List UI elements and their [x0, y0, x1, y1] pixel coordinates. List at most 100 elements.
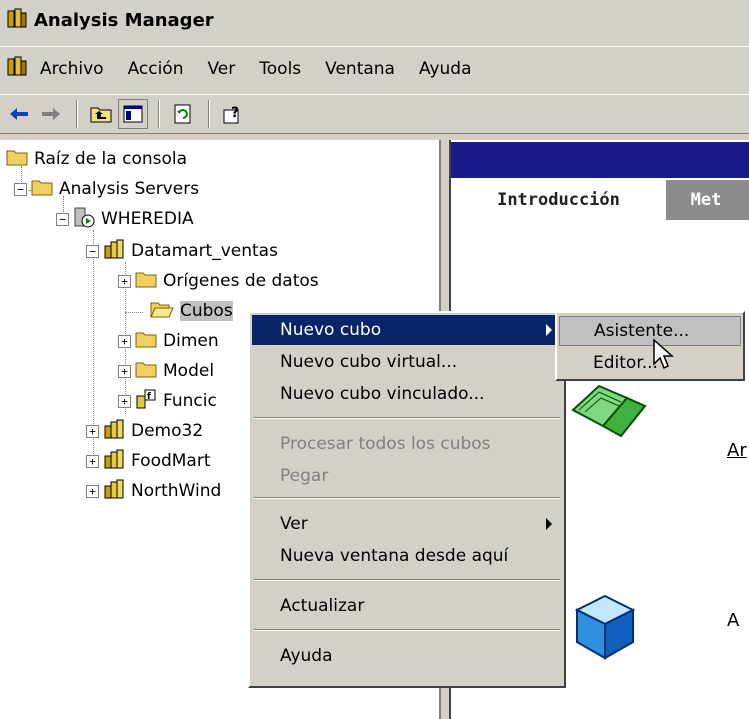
- menu-separator: [254, 417, 560, 419]
- window-title: Analysis Manager: [34, 9, 214, 31]
- database-icon: [103, 448, 125, 475]
- tree-node-models[interactable]: + Model: [118, 356, 214, 386]
- menu-archivo[interactable]: Archivo: [28, 59, 116, 79]
- expand-toggle[interactable]: +: [86, 484, 99, 498]
- tree-node-data-sources[interactable]: + Orígenes de datos: [118, 266, 319, 296]
- app-icon: [6, 7, 28, 34]
- database-icon: [103, 238, 125, 265]
- forward-icon[interactable]: [36, 99, 66, 129]
- menu-app-icon[interactable]: [6, 55, 28, 82]
- back-icon[interactable]: [4, 99, 34, 129]
- menu-separator: [254, 497, 560, 499]
- menu-accion[interactable]: Acción: [116, 59, 196, 79]
- tree-label-analysis-servers: Analysis Servers: [59, 179, 200, 199]
- cube-icon: [573, 592, 637, 667]
- expand-toggle[interactable]: +: [118, 364, 131, 378]
- tree-node-server[interactable]: − WHEREDIA: [56, 204, 194, 234]
- functions-icon: f: [135, 388, 157, 415]
- tree-node-cubes[interactable]: Cubos: [150, 296, 233, 326]
- details-header-bar: [451, 142, 749, 178]
- folder-icon: [135, 360, 157, 383]
- collapse-toggle[interactable]: −: [56, 212, 69, 226]
- context-menu: Nuevo cubo Nuevo cubo virtual... Nuevo c…: [248, 311, 566, 688]
- menu-item-label: Nueva ventana desde aquí: [280, 546, 509, 566]
- expand-toggle[interactable]: +: [86, 454, 99, 468]
- menu-item-label: Editor...: [593, 353, 658, 373]
- tree-node-analysis-servers[interactable]: − Analysis Servers: [14, 174, 199, 204]
- menu-item-label: Nuevo cubo virtual...: [280, 352, 458, 372]
- toolbar-separator: [158, 100, 160, 128]
- tree-node-dimensions[interactable]: + Dimen: [118, 326, 219, 356]
- menu-item-label: Nuevo cubo: [280, 320, 382, 340]
- collapse-toggle[interactable]: −: [14, 182, 27, 196]
- tree-label-dimensions: Dimen: [163, 331, 219, 351]
- menu-item-refresh[interactable]: Actualizar: [252, 591, 562, 621]
- database-icon: [103, 478, 125, 505]
- expand-toggle[interactable]: +: [118, 274, 131, 288]
- svg-text:?: ?: [231, 105, 239, 121]
- menu-ayuda[interactable]: Ayuda: [407, 59, 484, 79]
- folder-icon: [135, 270, 157, 293]
- tree-label-models: Model: [163, 361, 215, 381]
- open-folder-icon: [150, 300, 174, 323]
- tree-node-demo32[interactable]: + Demo32: [86, 416, 203, 446]
- expand-toggle[interactable]: +: [118, 334, 131, 348]
- menu-item-label: Pegar: [280, 466, 329, 486]
- menu-bar: Archivo Acción Ver Tools Ventana Ayuda: [0, 46, 749, 90]
- book-icon: [569, 380, 649, 445]
- menu-item-new-virtual-cube[interactable]: Nuevo cubo virtual...: [252, 347, 562, 377]
- section-heading-link[interactable]: Ar: [727, 440, 747, 461]
- tree-label-demo32: Demo32: [131, 421, 204, 441]
- folder-icon: [31, 178, 53, 201]
- tree-label-data-sources: Orígenes de datos: [163, 271, 319, 291]
- menu-item-view[interactable]: Ver: [252, 509, 562, 539]
- toolbar-separator: [208, 100, 210, 128]
- tab-introduccion[interactable]: Introducción: [451, 180, 666, 220]
- submenu-arrow-icon: [546, 324, 552, 336]
- folder-icon: [135, 330, 157, 353]
- menu-item-paste[interactable]: Pegar: [252, 461, 562, 491]
- menu-ventana[interactable]: Ventana: [313, 59, 407, 79]
- expand-toggle[interactable]: +: [86, 424, 99, 438]
- menu-item-new-cube[interactable]: Nuevo cubo: [252, 315, 562, 345]
- menu-item-label: Ver: [280, 514, 308, 534]
- title-bar: Analysis Manager: [0, 0, 749, 40]
- tree-node-northwind[interactable]: + NorthWind: [86, 476, 221, 506]
- tree-node-foodmart[interactable]: + FoodMart: [86, 446, 211, 476]
- database-icon: [103, 418, 125, 445]
- tree-connector: [125, 312, 143, 313]
- up-folder-icon[interactable]: [86, 99, 116, 129]
- tree-label-database: Datamart_ventas: [131, 241, 278, 261]
- tab-metadata[interactable]: Met: [666, 180, 749, 220]
- tree-label-foodmart: FoodMart: [131, 451, 211, 471]
- menu-item-help[interactable]: Ayuda: [252, 641, 562, 671]
- menu-item-editor[interactable]: Editor...: [559, 348, 741, 378]
- menu-separator: [254, 579, 560, 581]
- menu-tools[interactable]: Tools: [247, 59, 313, 79]
- menu-item-process-all[interactable]: Procesar todos los cubos: [252, 429, 562, 459]
- tree-label-root: Raíz de la consola: [34, 149, 188, 169]
- menu-item-label: Nuevo cubo vinculado...: [280, 384, 485, 404]
- menu-separator: [254, 629, 560, 631]
- toolbar: ?: [0, 94, 749, 134]
- menu-item-label: Actualizar: [280, 596, 365, 616]
- menu-item-new-linked-cube[interactable]: Nuevo cubo vinculado...: [252, 379, 562, 409]
- mouse-cursor-icon: [652, 338, 676, 377]
- expand-toggle[interactable]: +: [118, 394, 131, 408]
- show-hide-tree-icon[interactable]: [118, 99, 148, 129]
- refresh-icon[interactable]: [168, 99, 198, 129]
- menu-ver[interactable]: Ver: [196, 59, 248, 79]
- menu-item-label: Procesar todos los cubos: [280, 434, 491, 454]
- tree-node-root[interactable]: Raíz de la consola: [6, 144, 187, 174]
- tree-label-server: WHEREDIA: [101, 209, 194, 229]
- collapse-toggle[interactable]: −: [86, 244, 99, 258]
- tree-node-functions[interactable]: + f Funcic: [118, 386, 217, 416]
- help-icon[interactable]: ?: [218, 99, 248, 129]
- svg-text:f: f: [147, 392, 151, 402]
- tree-node-database[interactable]: − Datamart_ventas: [86, 236, 278, 266]
- submenu-arrow-icon: [546, 518, 552, 530]
- tree-label-cubes: Cubos: [180, 301, 233, 321]
- menu-item-label: Ayuda: [280, 646, 333, 666]
- menu-item-new-window[interactable]: Nueva ventana desde aquí: [252, 541, 562, 571]
- menu-item-wizard[interactable]: Asistente...: [559, 316, 741, 346]
